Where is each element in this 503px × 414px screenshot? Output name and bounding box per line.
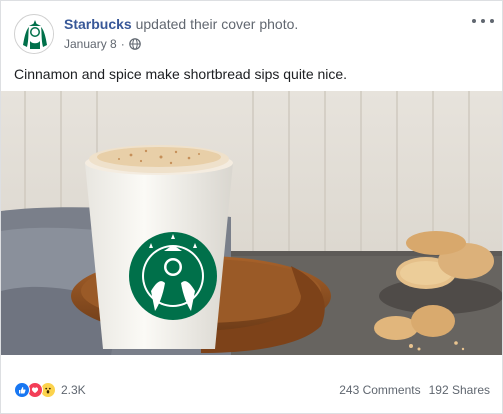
post-footer: 2.3K 243 Comments 192 Shares — [14, 380, 490, 400]
like-icon — [14, 382, 30, 398]
post-action-text: updated their cover photo. — [135, 16, 299, 32]
globe-icon[interactable] — [128, 38, 141, 50]
siren-logo-icon — [16, 16, 53, 53]
reactions-summary[interactable]: 2.3K — [14, 382, 86, 398]
page-name-link[interactable]: Starbucks — [64, 16, 132, 32]
comments-count-link[interactable]: 243 Comments — [339, 383, 420, 397]
post-meta: Starbucks updated their cover photo. Jan… — [64, 15, 298, 52]
post-card: Starbucks updated their cover photo. Jan… — [0, 0, 503, 414]
post-title-line: Starbucks updated their cover photo. — [64, 15, 298, 33]
starbucks-cup-photo — [1, 91, 502, 355]
post-stats: 243 Comments 192 Shares — [339, 383, 490, 397]
post-caption: Cinnamon and spice make shortbread sips … — [14, 66, 348, 82]
post-date-link[interactable]: January 8 — [64, 36, 117, 52]
post-header: Starbucks updated their cover photo. Jan… — [14, 12, 494, 56]
separator-dot: · — [120, 37, 125, 51]
post-subtitle: January 8 · — [64, 36, 298, 52]
reaction-count[interactable]: 2.3K — [61, 383, 86, 397]
cover-photo[interactable] — [1, 91, 502, 355]
more-options-icon[interactable] — [472, 16, 494, 26]
shares-count-link[interactable]: 192 Shares — [429, 383, 490, 397]
starbucks-logo-avatar[interactable] — [14, 14, 54, 54]
